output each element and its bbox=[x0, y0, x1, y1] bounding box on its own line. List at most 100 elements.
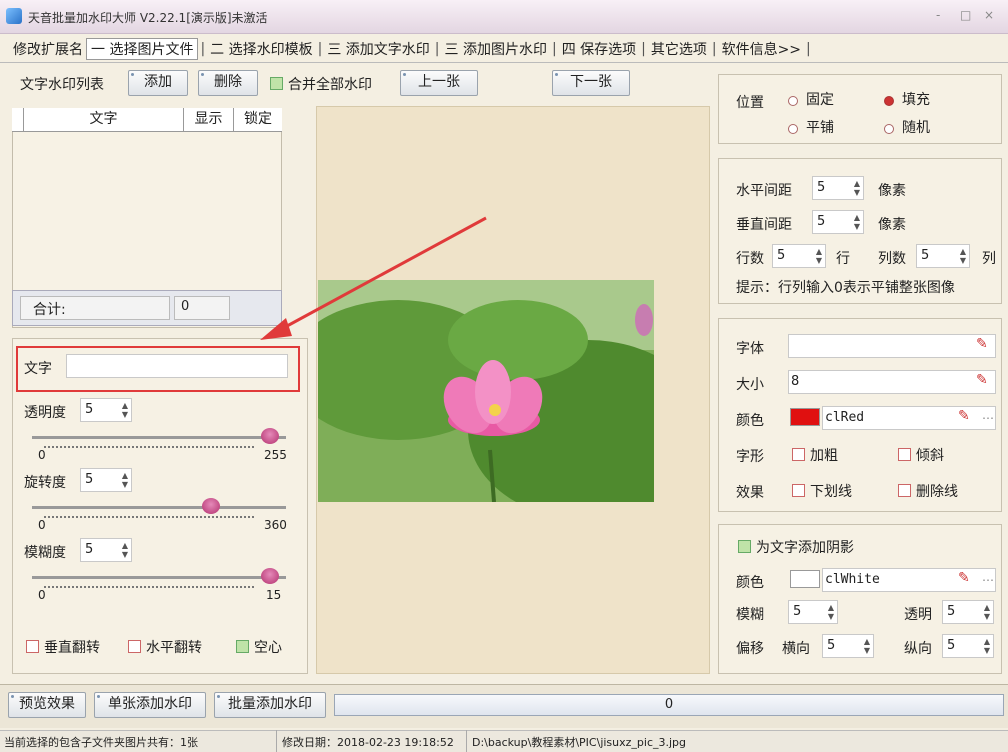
strikeout-checkbox[interactable] bbox=[898, 484, 911, 501]
shadow-opacity-spinner[interactable]: 5 ▲ ▼ bbox=[942, 600, 994, 624]
lotus-center bbox=[489, 404, 501, 416]
preview-button[interactable]: 预览效果 bbox=[8, 692, 86, 718]
status-divider bbox=[276, 730, 277, 752]
radio-icon bbox=[884, 124, 894, 134]
blur-min: 0 bbox=[38, 588, 46, 602]
shadow-checkbox[interactable] bbox=[738, 540, 751, 557]
tab-save-options[interactable]: 四 保存选项 bbox=[559, 39, 639, 59]
italic-checkbox[interactable] bbox=[898, 448, 911, 465]
spinner-arrows-icon[interactable]: ▲ ▼ bbox=[984, 603, 990, 621]
checkbox-icon bbox=[128, 640, 141, 653]
underline-checkbox[interactable] bbox=[792, 484, 805, 501]
spinner-arrows-icon[interactable]: ▲ ▼ bbox=[984, 637, 990, 655]
maximize-button[interactable]: □ bbox=[960, 8, 971, 22]
tab-image-watermark[interactable]: 三 添加图片水印 bbox=[442, 39, 550, 59]
tab-software-info[interactable]: 软件信息>> bbox=[719, 39, 804, 59]
spinner-arrows-icon[interactable]: ▲ ▼ bbox=[864, 637, 870, 655]
watermark-text-input[interactable] bbox=[66, 354, 288, 378]
v-spacing-spinner[interactable]: 5 ▲ ▼ bbox=[812, 210, 864, 234]
shadow-color-picker-icon[interactable]: ✎ bbox=[958, 570, 970, 586]
v-spacing-value: 5 bbox=[817, 214, 826, 229]
font-picker-icon[interactable]: ✎ bbox=[976, 336, 988, 352]
blur-spinner[interactable]: 5 ▲ ▼ bbox=[80, 538, 132, 562]
font-color-value: clRed bbox=[825, 410, 865, 425]
font-color-select[interactable]: clRed bbox=[822, 406, 996, 430]
font-color-swatch[interactable] bbox=[790, 408, 820, 426]
flip-horizontal-label: 水平翻转 bbox=[146, 640, 202, 656]
opacity-slider-thumb[interactable] bbox=[260, 428, 279, 444]
total-label: 合计: bbox=[20, 296, 170, 320]
spinner-arrows-icon[interactable]: ▲ ▼ bbox=[854, 213, 860, 231]
column-header-lock[interactable]: 锁定 bbox=[234, 108, 282, 131]
rotation-slider-thumb[interactable] bbox=[201, 498, 220, 514]
batch-watermark-button[interactable]: 批量添加水印 bbox=[214, 692, 326, 718]
rows-spinner[interactable]: 5 ▲ ▼ bbox=[772, 244, 826, 268]
checkbox-checked-icon bbox=[270, 77, 283, 90]
shadow-blur-spinner[interactable]: 5 ▲ ▼ bbox=[788, 600, 838, 624]
size-picker-icon[interactable]: ✎ bbox=[976, 372, 988, 388]
blur-label: 模糊度 bbox=[24, 545, 66, 561]
position-fixed-label: 固定 bbox=[806, 92, 834, 108]
tab-select-images[interactable]: 一 选择图片文件 bbox=[86, 38, 199, 60]
hollow-label: 空心 bbox=[254, 640, 282, 656]
position-fill-radio[interactable] bbox=[884, 94, 894, 110]
offset-h-spinner[interactable]: 5 ▲ ▼ bbox=[822, 634, 874, 658]
flip-vertical-label: 垂直翻转 bbox=[44, 640, 100, 656]
font-select[interactable] bbox=[788, 334, 996, 358]
rotation-spinner[interactable]: 5 ▲ ▼ bbox=[80, 468, 132, 492]
h-spacing-unit: 像素 bbox=[878, 183, 906, 199]
rotation-min: 0 bbox=[38, 518, 46, 532]
hollow-checkbox[interactable] bbox=[236, 640, 249, 657]
spinner-arrows-icon[interactable]: ▲ ▼ bbox=[122, 541, 128, 559]
tab-text-watermark[interactable]: 三 添加文字水印 bbox=[324, 39, 432, 59]
spinner-arrows-icon[interactable]: ▲ ▼ bbox=[122, 401, 128, 419]
flip-vertical-checkbox[interactable] bbox=[26, 640, 39, 657]
opacity-spinner[interactable]: 5 ▲ ▼ bbox=[80, 398, 132, 422]
prev-image-button[interactable]: 上一张 bbox=[400, 70, 478, 96]
color-picker-icon[interactable]: ✎ bbox=[958, 408, 970, 424]
cols-spinner[interactable]: 5 ▲ ▼ bbox=[916, 244, 970, 268]
opacity-label: 透明度 bbox=[24, 405, 66, 421]
more-icon[interactable]: … bbox=[982, 408, 994, 422]
text-label: 文字 bbox=[24, 361, 52, 377]
tab-rename-ext[interactable]: 修改扩展名 bbox=[10, 39, 86, 59]
opacity-max: 255 bbox=[264, 448, 287, 462]
spinner-arrows-icon[interactable]: ▲ ▼ bbox=[122, 471, 128, 489]
size-field[interactable]: 8 bbox=[788, 370, 996, 394]
opacity-slider-track[interactable] bbox=[32, 436, 286, 439]
rotation-slider-track[interactable] bbox=[32, 506, 286, 509]
v-spacing-unit: 像素 bbox=[878, 217, 906, 233]
spinner-arrows-icon[interactable]: ▲ ▼ bbox=[816, 247, 822, 265]
rows-unit: 行 bbox=[836, 251, 850, 267]
spinner-arrows-icon[interactable]: ▲ ▼ bbox=[960, 247, 966, 265]
next-image-button[interactable]: 下一张 bbox=[552, 70, 630, 96]
minimize-button[interactable]: - bbox=[936, 8, 940, 22]
watermark-list-header: 文字 显示 锁定 bbox=[12, 108, 282, 132]
close-button[interactable]: × bbox=[984, 8, 994, 22]
column-header-show[interactable]: 显示 bbox=[184, 108, 234, 131]
merge-all-checkbox[interactable] bbox=[270, 77, 283, 94]
delete-button[interactable]: 删除 bbox=[198, 70, 258, 96]
position-tile-radio[interactable] bbox=[788, 122, 798, 138]
offset-v-spinner[interactable]: 5 ▲ ▼ bbox=[942, 634, 994, 658]
tab-select-template[interactable]: 二 选择水印模板 bbox=[207, 39, 315, 59]
add-button[interactable]: 添加 bbox=[128, 70, 188, 96]
blur-slider-thumb[interactable] bbox=[260, 568, 279, 584]
column-header-text[interactable]: 文字 bbox=[24, 108, 184, 131]
tab-other-options[interactable]: 其它选项 bbox=[648, 39, 710, 59]
shadow-color-select[interactable]: clWhite bbox=[822, 568, 996, 592]
shadow-label: 为文字添加阴影 bbox=[756, 540, 854, 556]
spinner-arrows-icon[interactable]: ▲ ▼ bbox=[828, 603, 834, 621]
position-fixed-radio[interactable] bbox=[788, 94, 798, 110]
shadow-color-swatch[interactable] bbox=[790, 570, 820, 588]
single-watermark-button[interactable]: 单张添加水印 bbox=[94, 692, 206, 718]
blur-slider-track[interactable] bbox=[32, 576, 286, 579]
bold-checkbox[interactable] bbox=[792, 448, 805, 465]
h-spacing-spinner[interactable]: 5 ▲ ▼ bbox=[812, 176, 864, 200]
offset-v-value: 5 bbox=[947, 638, 956, 653]
position-random-radio[interactable] bbox=[884, 122, 894, 138]
spinner-arrows-icon[interactable]: ▲ ▼ bbox=[854, 179, 860, 197]
arrow-head bbox=[260, 318, 292, 340]
flip-horizontal-checkbox[interactable] bbox=[128, 640, 141, 657]
more-icon[interactable]: … bbox=[982, 570, 994, 584]
